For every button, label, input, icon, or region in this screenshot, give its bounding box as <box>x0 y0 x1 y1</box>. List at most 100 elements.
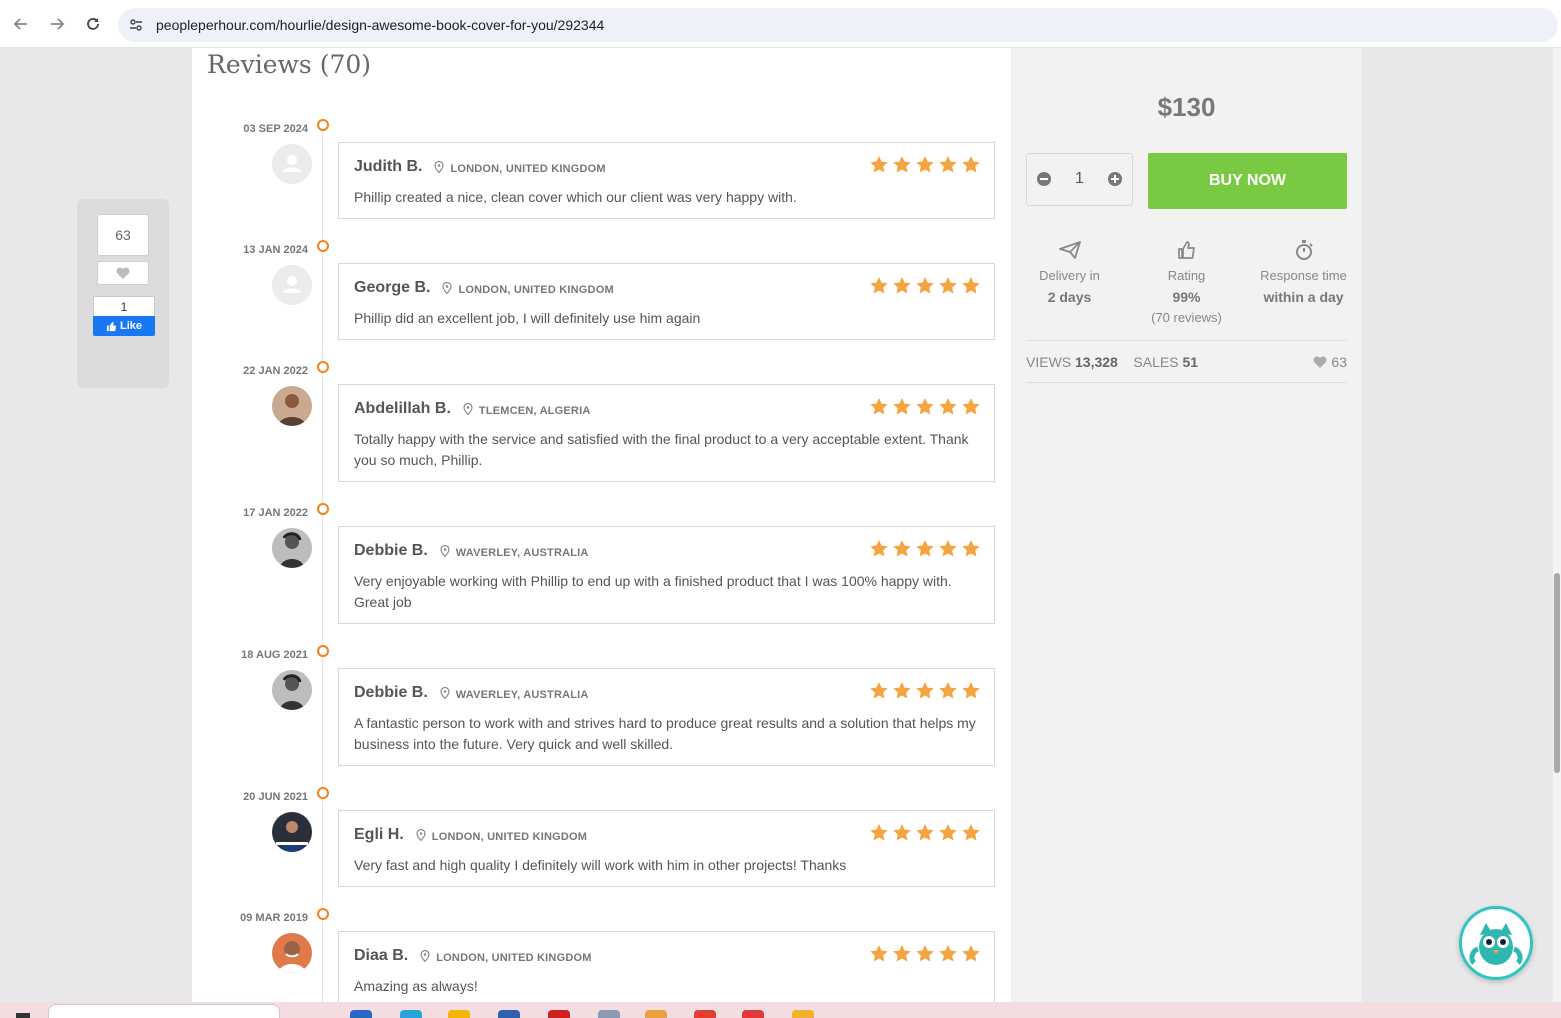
address-bar[interactable]: peopleperhour.com/hourlie/design-awesome… <box>118 8 1558 42</box>
taskbar-app-icon[interactable] <box>448 1010 470 1018</box>
star-rating <box>870 156 980 173</box>
reviewer-name[interactable]: George B. <box>354 279 430 297</box>
taskbar-app-icon[interactable] <box>792 1010 814 1018</box>
taskbar-app-icon[interactable] <box>548 1010 570 1018</box>
reviewer-name[interactable]: Judith B. <box>354 158 422 176</box>
avatar[interactable] <box>272 528 312 568</box>
star-icon <box>870 398 888 415</box>
star-rating <box>870 398 980 415</box>
paper-plane-icon <box>1058 241 1081 259</box>
review-text: Very fast and high quality I definitely … <box>354 857 847 873</box>
plus-icon[interactable] <box>1107 171 1123 187</box>
chat-bot-icon[interactable] <box>1459 906 1533 980</box>
os-taskbar <box>0 1002 1561 1018</box>
favorite-count: 63 <box>97 214 149 256</box>
fb-like-label: Like <box>119 320 142 332</box>
pin-icon <box>440 687 450 699</box>
forward-icon[interactable] <box>45 12 69 36</box>
star-icon <box>939 682 957 699</box>
reviewer-location: LONDON, UNITED KINGDOM <box>436 952 592 964</box>
reviews-title: Reviews (70) <box>207 50 372 79</box>
site-info-icon[interactable] <box>128 17 144 33</box>
star-icon <box>916 156 934 173</box>
pin-icon <box>434 161 445 173</box>
avatar[interactable] <box>272 386 312 426</box>
rating-count: (70 reviews) <box>1151 310 1222 325</box>
taskbar-app-icon[interactable] <box>598 1010 620 1018</box>
reviewer-name[interactable]: Egli H. <box>354 826 404 844</box>
taskbar-search[interactable] <box>48 1004 280 1018</box>
start-icon[interactable] <box>16 1013 30 1018</box>
buy-now-button[interactable]: BUY NOW <box>1148 153 1347 209</box>
views-sales-row: VIEWS 13,328 SALES 51 63 <box>1026 354 1347 370</box>
delivery-value: 2 days <box>1047 289 1092 305</box>
star-icon <box>939 540 957 557</box>
fb-like-button[interactable]: Like <box>93 316 155 336</box>
timeline-dot <box>317 787 329 799</box>
review-text: Amazing as always! <box>354 978 478 994</box>
review-text: Phillip did an excellent job, I will def… <box>354 310 701 326</box>
star-icon <box>916 682 934 699</box>
rating-value: 99% <box>1172 289 1201 305</box>
taskbar-app-icon[interactable] <box>350 1010 372 1018</box>
facebook-like-widget[interactable]: 1 Like <box>93 296 155 336</box>
browser-toolbar: peopleperhour.com/hourlie/design-awesome… <box>0 0 1561 48</box>
star-icon <box>962 156 980 173</box>
star-icon <box>939 824 957 841</box>
avatar[interactable] <box>272 670 312 710</box>
rating-label: Rating <box>1167 268 1206 283</box>
quantity-stepper: 1 <box>1026 153 1133 206</box>
timeline-dot <box>317 645 329 657</box>
star-icon <box>893 945 911 962</box>
thumbs-up-icon <box>1177 241 1195 259</box>
reviewer-name[interactable]: Diaa B. <box>354 947 408 965</box>
avatar[interactable] <box>272 812 312 852</box>
star-icon <box>962 398 980 415</box>
taskbar-app-icon[interactable] <box>742 1010 764 1018</box>
likes-count[interactable]: 63 <box>1313 354 1347 370</box>
star-icon <box>893 824 911 841</box>
reviewer-location: LONDON, UNITED KINGDOM <box>431 831 588 843</box>
page-scrollbar[interactable] <box>1553 48 1561 1002</box>
star-icon <box>870 277 888 294</box>
reviewer-name[interactable]: Debbie B. <box>354 542 428 560</box>
pin-icon <box>420 950 430 962</box>
pin-icon <box>440 545 450 557</box>
delivery-stat: Delivery in 2 days <box>1011 238 1128 305</box>
star-rating <box>870 540 980 557</box>
avatar[interactable] <box>272 933 312 973</box>
reviewer-location: TLEMCEN, ALGERIA <box>478 405 591 417</box>
timeline-dot <box>317 119 329 131</box>
review-card: Diaa B. LONDON, UNITED KINGDOM Amazing a… <box>338 931 995 1002</box>
taskbar-app-icon[interactable] <box>645 1010 667 1018</box>
views-label: VIEWS <box>1026 354 1072 370</box>
reviewer-name[interactable]: Abdelillah B. <box>354 400 451 418</box>
timeline-dot <box>317 361 329 373</box>
star-icon <box>962 277 980 294</box>
reviewer-name[interactable]: Debbie B. <box>354 684 428 702</box>
views-value: 13,328 <box>1075 354 1118 370</box>
stopwatch-icon <box>1295 240 1313 260</box>
star-icon <box>893 398 911 415</box>
favorite-button[interactable] <box>97 261 149 285</box>
star-icon <box>916 277 934 294</box>
reload-icon[interactable] <box>81 12 105 36</box>
reviewer-location: LONDON, UNITED KINGDOM <box>450 163 606 175</box>
taskbar-app-icon[interactable] <box>694 1010 716 1018</box>
reviewer-location: LONDON, UNITED KINGDOM <box>458 284 614 296</box>
review-date: 20 JUN 2021 <box>243 791 308 803</box>
back-icon[interactable] <box>9 12 33 36</box>
star-icon <box>870 945 888 962</box>
avatar[interactable] <box>272 265 312 305</box>
taskbar-app-icon[interactable] <box>498 1010 520 1018</box>
taskbar-app-icon[interactable] <box>400 1010 422 1018</box>
star-icon <box>870 156 888 173</box>
star-icon <box>916 398 934 415</box>
star-icon <box>939 398 957 415</box>
star-icon <box>916 540 934 557</box>
avatar[interactable] <box>272 144 312 184</box>
star-icon <box>916 945 934 962</box>
star-icon <box>893 540 911 557</box>
pin-icon <box>442 282 453 294</box>
review-card: Egli H. LONDON, UNITED KINGDOM Very fast… <box>338 810 995 887</box>
